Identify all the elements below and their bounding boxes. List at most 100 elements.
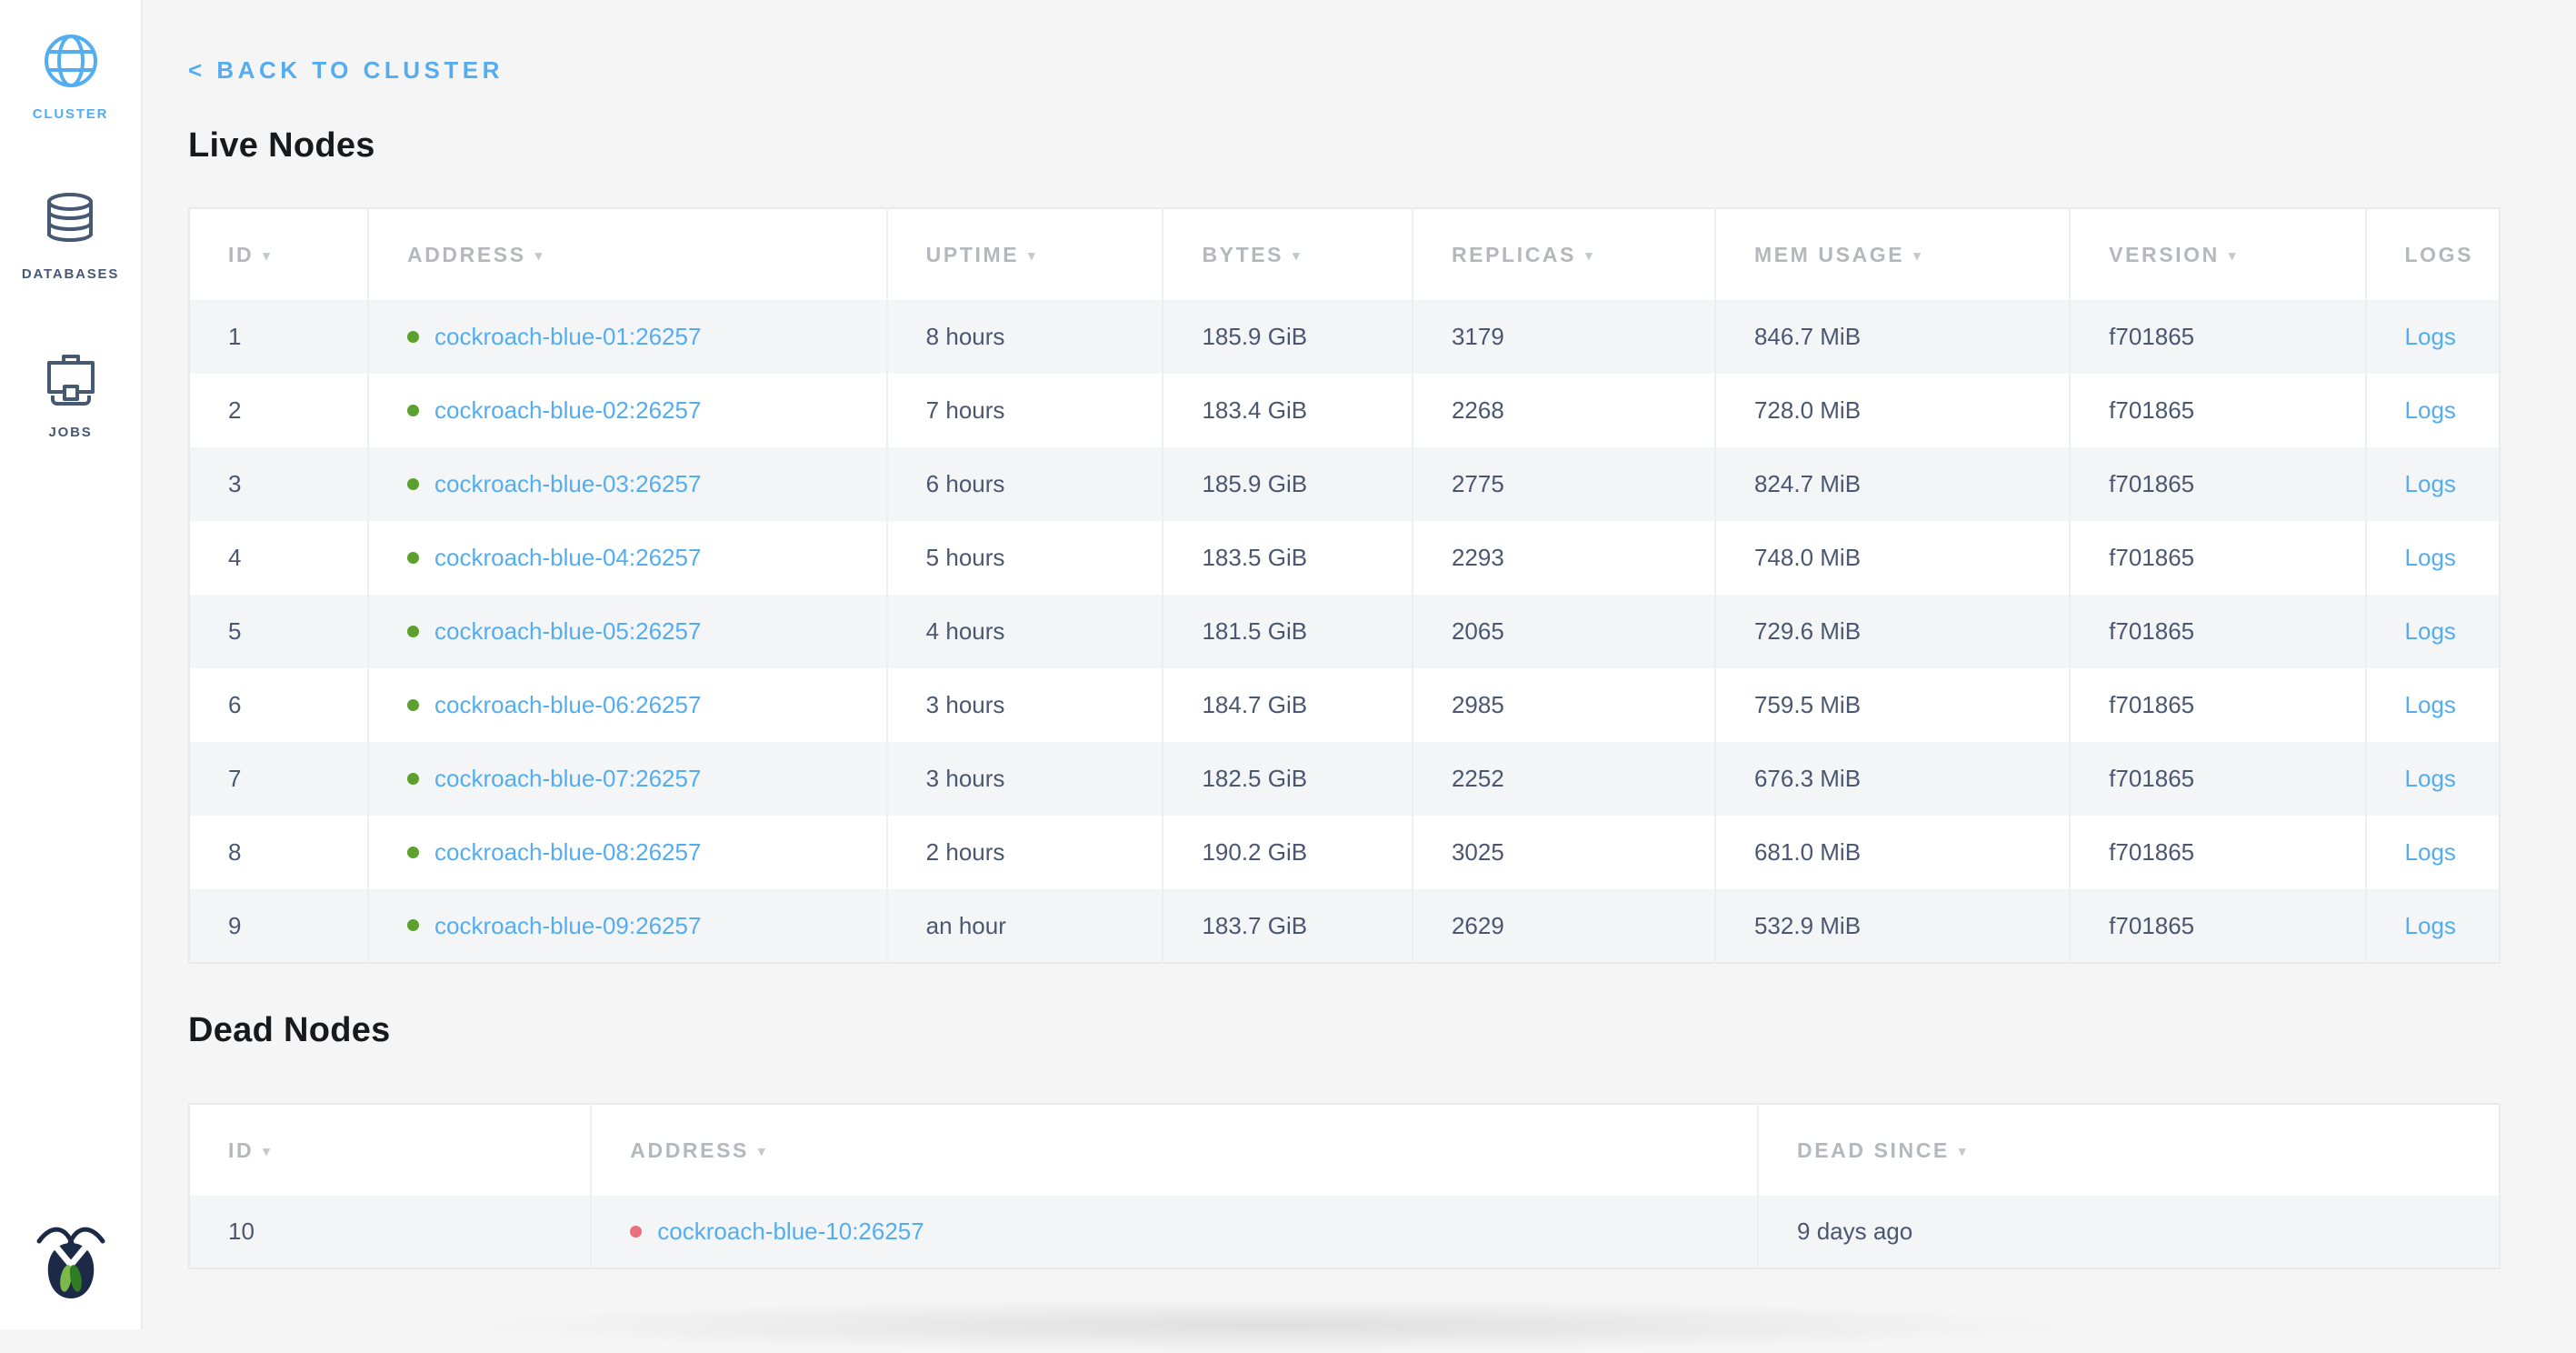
cell-uptime: 5 hours [887,521,1163,595]
sort-arrow-icon: ▾ [263,248,270,264]
node-status-dot [407,919,419,931]
node-address-link[interactable]: cockroach-blue-03:26257 [434,470,701,497]
node-address-link[interactable]: cockroach-blue-01:26257 [434,323,701,350]
cell-replicas: 3025 [1413,816,1715,889]
cell-version: f701865 [2070,742,2365,816]
table-row: 5cockroach-blue-05:262574 hours181.5 GiB… [189,595,2500,668]
cell-address: cockroach-blue-05:26257 [368,595,887,668]
sort-arrow-icon: ▾ [1959,1144,1966,1159]
node-address-link[interactable]: cockroach-blue-10:26257 [657,1218,924,1245]
cell-bytes: 183.5 GiB [1163,521,1413,595]
node-address-link[interactable]: cockroach-blue-02:26257 [434,396,701,424]
cell-replicas: 2293 [1413,521,1715,595]
column-header-mem-usage[interactable]: MEM USAGE▾ [1715,208,2070,300]
table-header-row: ID▾ADDRESS▾ DEAD SINCE ▾ [189,1104,2500,1196]
node-status-dot [407,847,419,858]
column-label: MEM USAGE [1754,243,1904,266]
sort-arrow-icon: ▾ [2229,248,2236,264]
node-address-link[interactable]: cockroach-blue-06:26257 [434,691,701,718]
cell-bytes: 183.7 GiB [1163,889,1413,963]
table-row: 6 cockroach-blue-06:26257 3 hours184.7 GiB… [189,668,2500,742]
logs-link[interactable]: Logs [2405,544,2456,571]
column-header-logs: LOGS [2366,208,2500,300]
sidebar-item-jobs[interactable]: JOBS [43,351,99,440]
database-icon [44,191,96,254]
cell-address: cockroach-blue-09:26257 [368,889,887,963]
cell-id: 1 [189,300,368,374]
column-header-address[interactable]: ADDRESS▾ [368,208,887,300]
node-status-dot [407,552,419,564]
cockroachdb-logo [33,1219,109,1306]
cell-logs: Logs [2366,447,2500,521]
sidebar-item-databases[interactable]: DATABASES [22,191,119,282]
column-label: VERSION [2109,243,2220,266]
cell-address: cockroach-blue-04:26257 [368,521,887,595]
column-header-replicas[interactable]: REPLICAS ▾ [1413,208,1715,300]
sort-arrow-icon: ▾ [1585,248,1593,264]
table-row: 2cockroach-blue-02:262577 hours183.4 GiB… [189,374,2500,447]
cell-bytes: 184.7 GiB [1163,668,1413,742]
column-label: ID [228,243,254,266]
live-nodes-table: ID ▾ ADDRESS▾UPTIME▾BYTES▾ REPLICAS ▾ MEM USA… [188,207,2501,964]
cell-bytes: 190.2 GiB [1163,816,1413,889]
cell-address: cockroach-blue-08:26257 [368,816,887,889]
logs-link[interactable]: Logs [2405,470,2456,497]
column-label: DEAD SINCE [1797,1138,1950,1162]
logs-link[interactable]: Logs [2405,396,2456,424]
node-status-dot [407,405,419,416]
cell-replicas: 2252 [1413,742,1715,816]
cell-mem-usage: 759.5 MiB [1715,668,2070,742]
cell-logs: Logs [2366,374,2500,447]
cell-id: 6 [189,668,368,742]
cell-replicas: 2985 [1413,668,1715,742]
cell-mem-usage: 532.9 MiB [1715,889,2070,963]
column-header-dead-since[interactable]: DEAD SINCE ▾ [1758,1104,2500,1196]
cell-uptime: 3 hours [887,668,1163,742]
table-header-row: ID ▾ ADDRESS▾UPTIME▾BYTES▾ REPLICAS ▾ MEM USA… [189,208,2500,300]
logs-link[interactable]: Logs [2405,691,2456,718]
column-header-id[interactable]: ID▾ [189,1104,591,1196]
node-address-link[interactable]: cockroach-blue-07:26257 [434,765,701,792]
sort-arrow-icon: ▾ [1293,248,1300,264]
cell-address: cockroach-blue-01:26257 [368,300,887,374]
column-label: REPLICAS [1452,243,1576,266]
sidebar-item-label: CLUSTER [33,106,108,122]
table-row: 7cockroach-blue-07:262573 hours182.5 GiB… [189,742,2500,816]
cell-replicas: 3179 [1413,300,1715,374]
cell-uptime: 3 hours [887,742,1163,816]
column-header-address[interactable]: ADDRESS▾ [591,1104,1758,1196]
sidebar: CLUSTER DATABASES JOBS [0,0,143,1329]
logs-link[interactable]: Logs [2405,323,2456,350]
cell-mem-usage: 748.0 MiB [1715,521,2070,595]
briefcase-icon [43,351,99,412]
column-header-version[interactable]: VERSION ▾ [2070,208,2365,300]
node-address-link[interactable]: cockroach-blue-08:26257 [434,838,701,866]
cell-address: cockroach-blue-06:26257 [368,668,887,742]
node-status-dot [630,1226,642,1238]
cell-mem-usage: 728.0 MiB [1715,374,2070,447]
column-header-uptime[interactable]: UPTIME▾ [887,208,1163,300]
cell-dead-since: 9 days ago [1758,1196,2500,1268]
cell-bytes: 181.5 GiB [1163,595,1413,668]
cell-version: f701865 [2070,816,2365,889]
cell-uptime: 4 hours [887,595,1163,668]
cell-replicas: 2065 [1413,595,1715,668]
node-status-dot [407,773,419,785]
node-address-link[interactable]: cockroach-blue-09:26257 [434,912,701,939]
back-to-cluster-link[interactable]: < BACK TO CLUSTER [188,56,504,85]
sidebar-item-cluster[interactable]: CLUSTER [33,33,108,122]
node-status-dot [407,626,419,637]
logs-link[interactable]: Logs [2405,838,2456,866]
cell-bytes: 182.5 GiB [1163,742,1413,816]
cell-logs: Logs [2366,889,2500,963]
logs-link[interactable]: Logs [2405,912,2456,939]
column-header-bytes[interactable]: BYTES▾ [1163,208,1413,300]
node-address-link[interactable]: cockroach-blue-05:26257 [434,617,701,645]
node-address-link[interactable]: cockroach-blue-04:26257 [434,544,701,571]
dead-nodes-table: ID▾ADDRESS▾DEAD SINCE▾ 10cockroach-blue-… [188,1103,2501,1269]
cell-address: cockroach-blue-02:26257 [368,374,887,447]
column-header-id[interactable]: ID ▾ [189,208,368,300]
logs-link[interactable]: Logs [2405,765,2456,792]
logs-link[interactable]: Logs [2405,617,2456,645]
cell-uptime: 2 hours [887,816,1163,889]
